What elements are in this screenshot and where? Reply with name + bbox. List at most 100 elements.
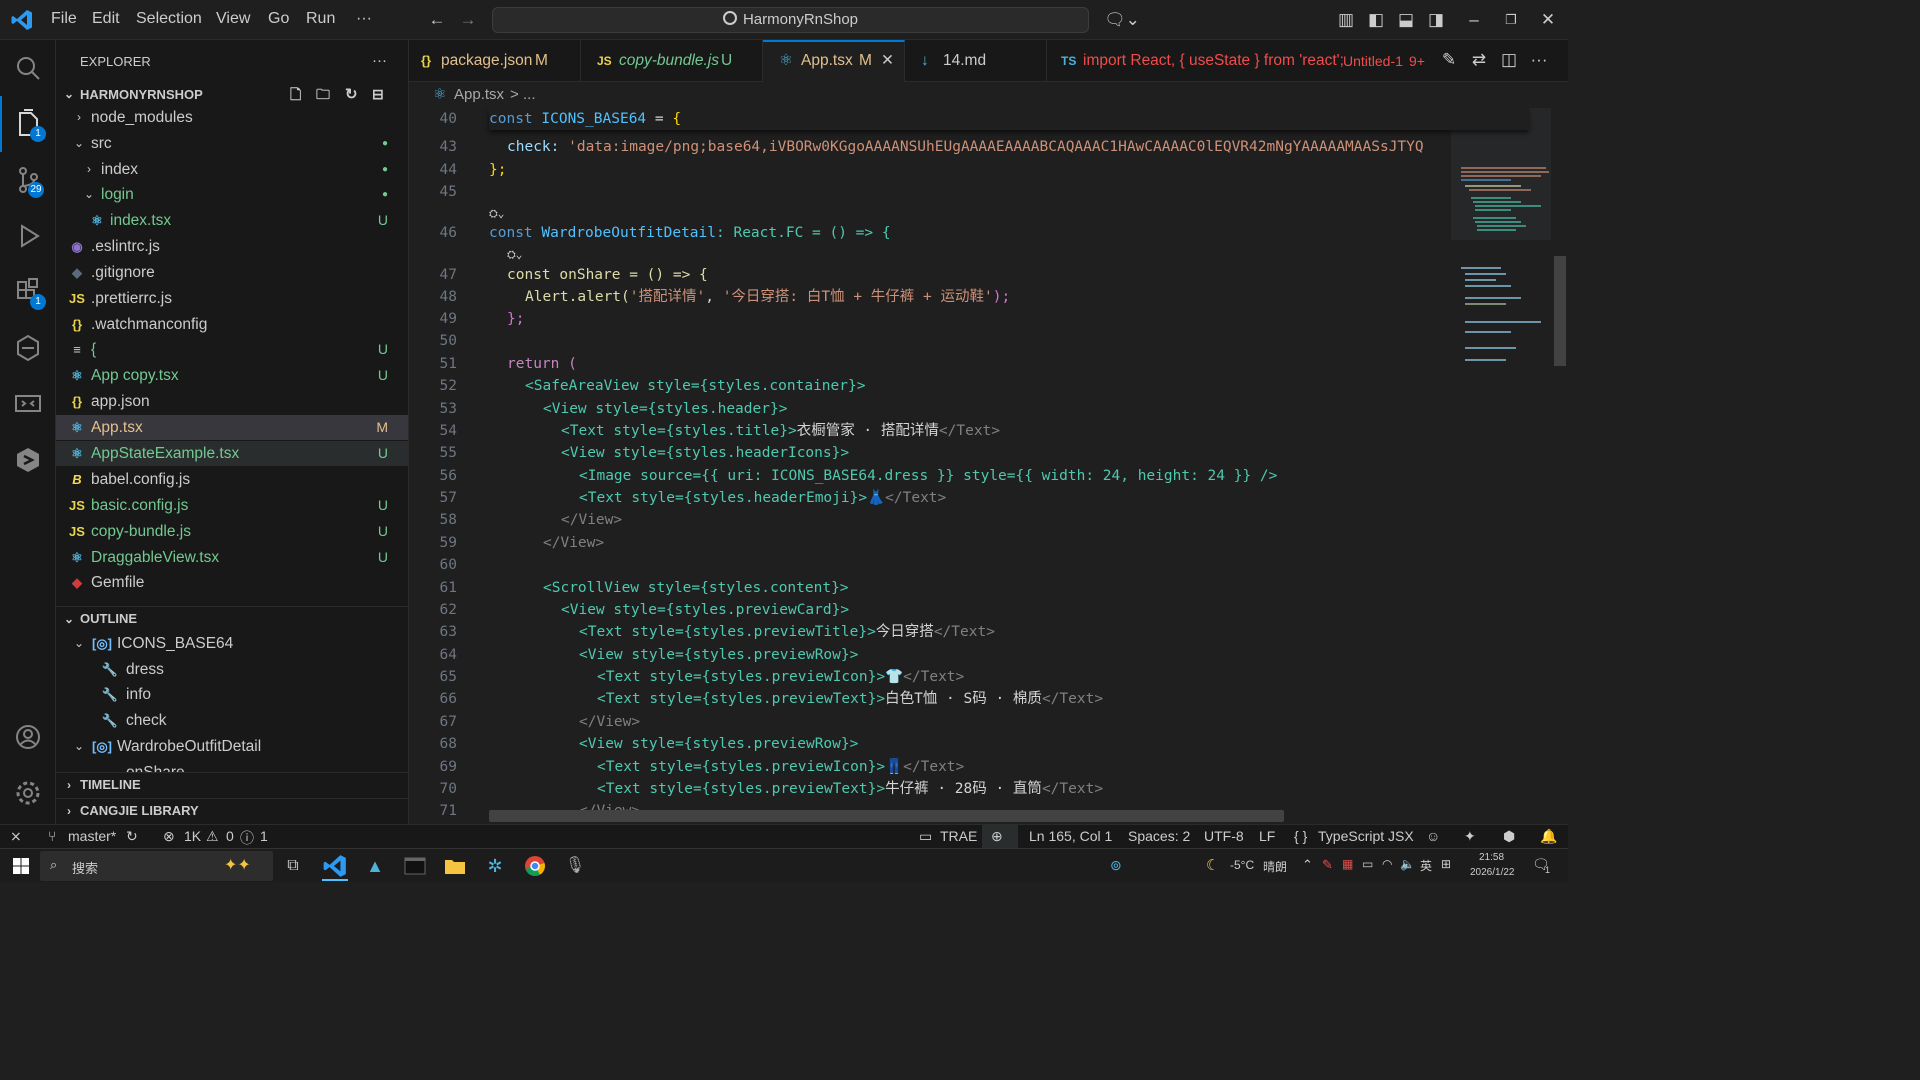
menu-selection[interactable]: Selection (136, 10, 202, 28)
remote-explorer-icon[interactable] (8, 384, 48, 424)
deveco-status-icon[interactable]: ⬢ (1503, 828, 1515, 845)
tree-item-basic-config[interactable]: JS basic.config.js U (56, 493, 408, 518)
cursor-position[interactable]: Ln 165, Col 1 (1029, 828, 1112, 844)
app2-taskbar-icon[interactable]: ✲ (482, 853, 508, 879)
horizontal-scrollbar[interactable] (489, 810, 1284, 822)
new-file-icon[interactable]: 🗋 (290, 82, 301, 107)
toggle-panel-icon[interactable]: ⬓ (1394, 8, 1418, 32)
account-icon[interactable] (8, 717, 48, 757)
cangjie-icon[interactable] (8, 328, 48, 368)
tree-item-brace-file[interactable]: ≡ { U (56, 337, 408, 362)
outline-section-header[interactable]: ⌄ OUTLINE (56, 606, 408, 631)
close-tab-icon[interactable]: ✕ (881, 42, 894, 80)
tree-item-copy-bundle[interactable]: JS copy-bundle.js U (56, 519, 408, 544)
tray-app-icon[interactable]: ✎ (1322, 857, 1333, 873)
ime-mode[interactable]: 英 (1420, 857, 1432, 874)
timeline-section-header[interactable]: › TIMELINE (56, 772, 408, 797)
zoom-indicator[interactable]: ⊕ (982, 825, 1018, 848)
explorer-more-button[interactable]: ··· (372, 52, 387, 69)
end-of-line[interactable]: LF (1259, 828, 1275, 844)
source-control-icon[interactable]: 29 (8, 160, 48, 200)
menu-view[interactable]: View (216, 10, 250, 28)
git-branch[interactable]: master* (68, 828, 116, 844)
tree-item-appstateexample-tsx[interactable]: ⚛ AppStateExample.tsx U (56, 441, 408, 466)
app-taskbar-icon[interactable]: ▲ (362, 853, 388, 879)
collapse-all-icon[interactable]: ⊟ (372, 82, 384, 107)
task-view-icon[interactable]: ⧉ (280, 853, 306, 879)
close-window-icon[interactable]: ✕ (1536, 8, 1560, 32)
explorer-files-icon[interactable]: 1 (8, 104, 48, 144)
menu-go[interactable]: Go (268, 10, 289, 28)
error-count[interactable]: 1K (184, 828, 201, 844)
microphone-taskbar-icon[interactable]: 🎙 (562, 853, 588, 879)
run-debug-icon[interactable] (8, 216, 48, 256)
trae-label[interactable]: TRAE (940, 828, 977, 844)
toggle-secondary-sidebar-icon[interactable]: ◨ (1424, 8, 1448, 32)
tab-copy-bundle-js[interactable]: JS copy-bundle.js U (581, 40, 763, 82)
layout-customize-icon[interactable]: ▥ (1334, 8, 1358, 32)
menu-more[interactable]: ··· (356, 10, 372, 28)
tree-item-prettierrc[interactable]: JS .prettierrc.js (56, 286, 408, 311)
minimap[interactable] (1451, 108, 1551, 824)
notifications-bell-icon[interactable]: 🔔 (1540, 828, 1557, 845)
terminal-taskbar-icon[interactable] (402, 853, 428, 879)
ime-layout-icon[interactable]: ⊞ (1441, 857, 1451, 871)
tab-untitled-1[interactable]: TS import React, { useState } from 'reac… (1047, 40, 1439, 82)
tray-overflow-icon[interactable]: ⌃ (1302, 857, 1313, 873)
taskbar-search-box[interactable]: ⌕ 搜索 ✦✦ (40, 851, 273, 881)
file-explorer-taskbar-icon[interactable] (442, 853, 468, 879)
sync-icon[interactable]: ↻ (126, 828, 138, 845)
tree-item-eslintrc[interactable]: ◉ .eslintrc.js (56, 234, 408, 259)
cangjie-status-icon[interactable]: ✦ (1464, 828, 1476, 845)
cangjie-library-section-header[interactable]: › CANGJIE LIBRARY (56, 798, 408, 823)
search-icon[interactable] (8, 48, 48, 88)
menu-edit[interactable]: Edit (92, 10, 120, 28)
scrollbar-thumb[interactable] (1554, 256, 1566, 366)
outline-item-check[interactable]: 🔧 check (56, 708, 408, 733)
compare-changes-icon[interactable]: ⇄ (1467, 48, 1491, 72)
indentation[interactable]: Spaces: 2 (1128, 828, 1190, 844)
tree-item-babel-config[interactable]: B babel.config.js (56, 467, 408, 492)
code-editor[interactable]: 40 const ICONS_BASE64 = { 43 check: 'data:… (409, 108, 1568, 824)
weather-temp[interactable]: -5°C (1230, 858, 1254, 872)
tree-item-login[interactable]: ⌄ login ● (56, 182, 408, 207)
tree-item-index-folder[interactable]: › index ● (56, 157, 408, 182)
deveco-icon[interactable] (8, 440, 48, 480)
language-mode[interactable]: TypeScript JSX (1318, 828, 1414, 844)
menu-file[interactable]: File (51, 10, 77, 28)
tree-item-draggableview-tsx[interactable]: ⚛ DraggableView.tsx U (56, 545, 408, 570)
toggle-sidebar-icon[interactable]: ◧ (1364, 8, 1388, 32)
weather-desc[interactable]: 晴朗 (1263, 858, 1287, 875)
restore-icon[interactable]: ❐ (1499, 8, 1523, 32)
tab-app-tsx[interactable]: ⚛ App.tsx M ✕ (763, 40, 905, 82)
tree-item-app-tsx[interactable]: ⚛ App.tsx M (56, 415, 408, 440)
back-arrow-icon[interactable]: ← (425, 8, 449, 32)
windows-start-icon[interactable] (8, 853, 34, 879)
tree-item-gitignore[interactable]: ◆ .gitignore (56, 260, 408, 285)
vertical-scrollbar[interactable] (1552, 108, 1568, 824)
split-editor-icon[interactable]: ◫ (1497, 48, 1521, 72)
outline-item-dress[interactable]: 🔧 dress (56, 657, 408, 682)
workspace-root[interactable]: ⌄ HARMONYRNSHOP 🗋 🗀 ↻ ⊟ (56, 82, 408, 107)
remote-indicator-icon[interactable]: ⨯ (10, 828, 22, 845)
copilot-icon[interactable]: ☺ (1426, 828, 1440, 844)
copilot-chat-icon[interactable]: 🗨⌄ (1104, 8, 1140, 32)
tree-item-gemfile[interactable]: ◆ Gemfile (56, 570, 408, 595)
tree-item-node-modules[interactable]: › node_modules (56, 105, 408, 130)
manage-gear-icon[interactable] (8, 773, 48, 813)
tree-item-login-index-tsx[interactable]: ⚛ index.tsx U (56, 208, 408, 233)
tab-package-json[interactable]: {} package.json M (409, 40, 581, 82)
tree-item-app-copy-tsx[interactable]: ⚛ App copy.tsx U (56, 363, 408, 388)
outline-item-onshare[interactable]: onShare (56, 760, 408, 772)
outline-item-info[interactable]: 🔧 info (56, 682, 408, 707)
command-center-search[interactable]: HarmonyRnShop (492, 7, 1089, 33)
outline-item-wardrobeoutfitdetail[interactable]: ⌄ [◎] WardrobeOutfitDetail (56, 734, 408, 759)
help-tray-icon[interactable]: ⊚ (1110, 857, 1122, 874)
info-count[interactable]: 1 (260, 828, 268, 844)
forward-arrow-icon[interactable]: → (456, 8, 480, 32)
tree-item-app-json[interactable]: {} app.json (56, 389, 408, 414)
editor-more-icon[interactable]: ··· (1527, 48, 1551, 72)
clock-date[interactable]: 2026/1/22 (1470, 867, 1515, 878)
wifi-icon[interactable]: ◠ (1382, 857, 1392, 871)
minimize-icon[interactable]: – (1462, 8, 1486, 32)
